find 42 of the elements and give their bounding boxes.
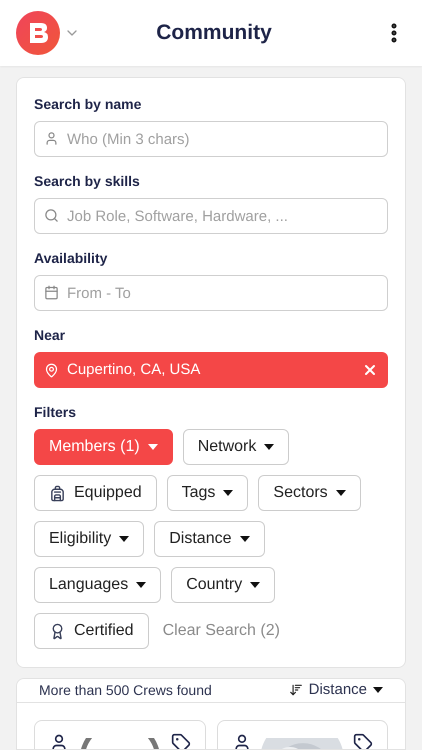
results-count: More than 500 Crews found (39, 680, 212, 700)
close-icon[interactable] (362, 362, 378, 378)
calendar-icon (44, 285, 59, 300)
sort-icon (288, 683, 303, 698)
search-icon (44, 208, 59, 223)
input-field[interactable]: From - To (34, 275, 388, 311)
filter-button[interactable]: Equipped (34, 475, 157, 511)
caret-icon (250, 582, 260, 588)
field-label: Availability (34, 249, 108, 268)
backpack-icon (49, 484, 66, 502)
field-label: Search by skills (34, 172, 141, 191)
location-value: Cupertino, CA, USA (67, 360, 202, 380)
filter-button[interactable]: Distance (154, 521, 264, 557)
caret-icon (373, 687, 383, 694)
tag-icon (170, 732, 190, 749)
filter-button[interactable]: Languages (34, 567, 162, 603)
input-field[interactable]: Who (Min 3 chars) (34, 121, 388, 157)
field-label: Search by name (34, 95, 142, 114)
filter-button[interactable]: Eligibility (34, 521, 144, 557)
sort-dropdown[interactable]: Distance (288, 679, 383, 702)
map-pin-icon (44, 362, 59, 378)
field-label: Filters (34, 403, 78, 422)
caret-icon (136, 582, 146, 588)
field-label: Near (34, 326, 66, 345)
caret-icon (148, 444, 158, 450)
filter-button[interactable]: Members (1) (34, 429, 173, 465)
caret-icon (264, 444, 274, 450)
input-field[interactable]: Job Role, Software, Hardware, ... (34, 198, 388, 234)
page-title: Community (155, 20, 273, 46)
user-icon (44, 131, 59, 146)
filter-button[interactable]: Tags (166, 475, 248, 511)
filter-button[interactable]: Country (171, 567, 276, 603)
filter-button[interactable]: Certified (34, 613, 149, 649)
caret-icon (240, 536, 250, 542)
filter-button[interactable]: Sectors (258, 475, 361, 511)
tag-icon (353, 732, 373, 749)
caret-icon (223, 490, 234, 496)
caret-icon (119, 536, 130, 542)
location-field[interactable]: Cupertino, CA, USA (34, 352, 388, 388)
filter-button[interactable]: Network (182, 429, 290, 465)
logo-icon[interactable] (16, 11, 60, 55)
caret-icon (336, 490, 346, 496)
